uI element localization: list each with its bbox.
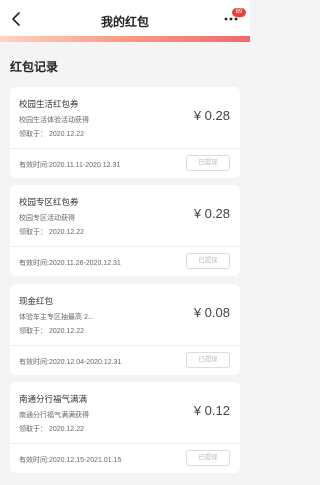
card-name: 校园专区红包券 [19, 197, 79, 207]
withdrawn-button[interactable]: 已提现 [186, 253, 230, 269]
card-validity: 有效时间:2020.12.15-2021.01.15 [19, 457, 122, 464]
card-amount: ¥ 0.28 [193, 206, 230, 221]
card-description: 体验车主专区抽最高 2... [19, 314, 94, 321]
page-title: 我的红包 [100, 15, 149, 29]
section-title: 红包记录 [10, 60, 59, 74]
card-description: 校园生活体验活动获得 [19, 117, 89, 124]
notification-badge: 89 [232, 8, 246, 17]
red-packet-card[interactable]: 南通分行福气满满 南通分行福气满满获得 领取于： 2020.12.22 ¥ 0.… [10, 382, 240, 473]
card-amount: ¥ 0.08 [193, 305, 230, 320]
withdrawn-button[interactable]: 已提现 [186, 155, 230, 171]
red-packet-card[interactable]: 校园生活红包券 校园生活体验活动获得 领取于： 2020.12.22 ¥ 0.2… [10, 87, 240, 178]
withdrawn-button[interactable]: 已提现 [186, 450, 230, 466]
red-packet-card[interactable]: 校园专区红包券 校园专区活动获得 领取于： 2020.12.22 ¥ 0.28 … [10, 185, 240, 276]
card-divider [10, 246, 240, 247]
card-name: 南通分行福气满满 [19, 394, 88, 404]
card-validity: 有效时间:2020.11.26-2020.12.31 [19, 260, 121, 267]
card-received-date: 领取于： 2020.12.22 [19, 328, 84, 335]
card-amount: ¥ 0.12 [193, 403, 230, 418]
card-received-date: 领取于： 2020.12.22 [19, 131, 84, 138]
card-received-date: 领取于： 2020.12.22 [19, 229, 84, 236]
card-divider [10, 345, 240, 346]
red-packet-card[interactable]: 现金红包 体验车主专区抽最高 2... 领取于： 2020.12.22 ¥ 0.… [10, 284, 240, 375]
card-name: 校园生活红包券 [19, 99, 79, 109]
card-validity: 有效时间:2020.11.11-2020.12.31 [19, 162, 121, 169]
card-name: 现金红包 [19, 296, 54, 306]
card-divider [10, 443, 240, 444]
card-description: 南通分行福气满满获得 [19, 412, 89, 419]
card-divider [10, 148, 240, 149]
card-description: 校园专区活动获得 [19, 215, 75, 222]
header-accent-strip [0, 36, 250, 42]
card-received-date: 领取于： 2020.12.22 [19, 426, 84, 433]
card-validity: 有效时间:2020.12.04-2020.12.31 [19, 359, 122, 366]
withdrawn-button[interactable]: 已提现 [186, 352, 230, 368]
card-amount: ¥ 0.28 [193, 108, 230, 123]
